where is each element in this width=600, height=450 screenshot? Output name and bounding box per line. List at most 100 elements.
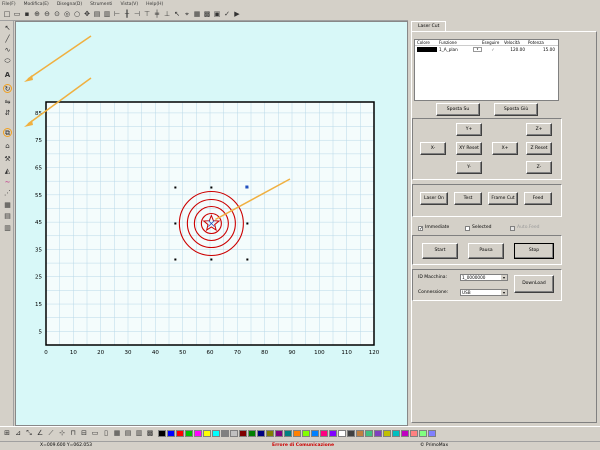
align-top-icon[interactable]: ⊤ <box>143 10 151 18</box>
grid-snap-icon[interactable]: ▦ <box>113 429 121 437</box>
optimize-icon[interactable]: ▣ <box>213 10 221 18</box>
color-swatch[interactable] <box>257 430 265 437</box>
color-swatch[interactable] <box>374 430 382 437</box>
color-swatch[interactable] <box>275 430 283 437</box>
grid-icon[interactable]: ▦ <box>3 201 12 210</box>
simulate-icon[interactable]: ▶ <box>233 10 241 18</box>
mirror-h-icon[interactable]: ⇋ <box>3 98 12 107</box>
zoom-in-icon[interactable]: ⊕ <box>33 10 41 18</box>
layout-icon[interactable]: ▭ <box>91 429 99 437</box>
zoom-page-icon[interactable]: ○ <box>73 10 81 18</box>
layer-speed[interactable]: 120.00 <box>504 46 528 53</box>
new-file-icon[interactable]: □ <box>3 10 11 18</box>
table-row[interactable]: 1_A_plan ▾ ✓ 120.00 15.00 <box>415 46 558 53</box>
function-dropdown-icon[interactable]: ▾ <box>473 47 482 52</box>
measure-line-icon[interactable]: ⟋ <box>47 429 55 437</box>
zoom-window-icon[interactable]: ◎ <box>63 10 71 18</box>
edit-node-icon[interactable]: ⌖ <box>183 10 191 18</box>
selected-checkbox[interactable]: Selected <box>465 225 492 231</box>
color-swatch[interactable] <box>338 430 346 437</box>
select-node-icon[interactable]: ↖ <box>173 10 181 18</box>
layer-color-swatch[interactable] <box>415 46 439 53</box>
rotate-tool-icon[interactable]: ↻ <box>3 84 12 93</box>
mirror-v-icon[interactable]: ⇵ <box>3 109 12 118</box>
layer-execute[interactable]: ✓ <box>482 46 504 53</box>
color-swatch[interactable] <box>347 430 355 437</box>
z-minus-button[interactable]: Z- <box>526 161 552 174</box>
color-swatch[interactable] <box>158 430 166 437</box>
move-down-button[interactable]: Sposta Giù <box>494 103 538 116</box>
save-icon[interactable]: ▪ <box>23 10 31 18</box>
color-swatch[interactable] <box>410 430 418 437</box>
line-tool-icon[interactable]: ╱ <box>3 35 12 44</box>
color-swatch[interactable] <box>356 430 364 437</box>
color-swatch[interactable] <box>419 430 427 437</box>
xy-reset-button[interactable]: XY Reset <box>456 142 482 155</box>
open-folder-icon[interactable]: ▭ <box>13 10 21 18</box>
color-swatch[interactable] <box>311 430 319 437</box>
fill-icon[interactable]: ◭ <box>3 167 12 176</box>
immediate-checkbox[interactable]: ✓ Immediate <box>418 225 449 231</box>
color-swatch[interactable] <box>212 430 220 437</box>
import-icon[interactable]: ▤ <box>93 10 101 18</box>
zoom-fit-icon[interactable]: ⊙ <box>53 10 61 18</box>
barcode-icon[interactable]: ▥ <box>3 224 12 233</box>
sort-icon[interactable]: ▩ <box>203 10 211 18</box>
curve-tool-icon[interactable]: ∿ <box>3 46 12 55</box>
x-plus-button[interactable]: X+ <box>492 142 518 155</box>
color-swatch[interactable] <box>329 430 337 437</box>
align-middle-icon[interactable]: ╪ <box>153 10 161 18</box>
color-swatch[interactable] <box>221 430 229 437</box>
color-swatch[interactable] <box>167 430 175 437</box>
array-copy-icon[interactable]: ⧉ <box>3 128 12 137</box>
pan-icon[interactable]: ✥ <box>83 10 91 18</box>
color-swatch[interactable] <box>239 430 247 437</box>
measure-diagonal-icon[interactable]: ⤡ <box>25 429 33 437</box>
color-swatch[interactable] <box>284 430 292 437</box>
color-swatch[interactable] <box>320 430 328 437</box>
menu-modifica[interactable]: Modifica(E) <box>24 2 49 7</box>
laser-icon[interactable]: ▦ <box>193 10 201 18</box>
color-swatch[interactable] <box>194 430 202 437</box>
immediate-check-icon[interactable]: ✓ <box>418 225 423 231</box>
autofeed-checkbox[interactable]: Auto.Feed <box>510 225 540 231</box>
palette-icon[interactable]: ▩ <box>146 429 154 437</box>
autofeed-check-icon[interactable] <box>510 225 515 231</box>
measure-angle-icon[interactable]: ∠ <box>36 429 44 437</box>
ellipse-tool-icon[interactable]: ⬭ <box>3 57 12 66</box>
selected-check-icon[interactable] <box>465 225 470 231</box>
weld-icon[interactable]: ⚒ <box>3 155 12 164</box>
chevron-down-icon[interactable]: ▾ <box>501 290 507 295</box>
menu-vista[interactable]: Vista(V) <box>120 2 138 7</box>
menu-help[interactable]: Help(H) <box>146 2 163 7</box>
color-swatch[interactable] <box>248 430 256 437</box>
machine-id-select[interactable]: 1_0000000 ▾ <box>460 274 508 281</box>
start-button[interactable]: Start <box>422 243 458 259</box>
color-swatch[interactable] <box>176 430 184 437</box>
menu-disegna[interactable]: Disegna(D) <box>57 2 82 7</box>
layer-function[interactable]: 1_A_plan <box>439 46 473 53</box>
color-swatch[interactable] <box>266 430 274 437</box>
connection-select[interactable]: USB ▾ <box>460 289 508 296</box>
align-left-icon[interactable]: ⊢ <box>113 10 121 18</box>
menu-strumenti[interactable]: Strumenti <box>90 2 112 7</box>
move-up-button[interactable]: Sposta Su <box>436 103 480 116</box>
color-swatch[interactable] <box>293 430 301 437</box>
layer-table[interactable]: Colore Funzione Eseguire Velocità Potenz… <box>414 39 559 101</box>
feed-button[interactable]: Feed <box>524 192 552 205</box>
x-minus-button[interactable]: X- <box>420 142 446 155</box>
zoom-out-icon[interactable]: ⊖ <box>43 10 51 18</box>
align-center-icon[interactable]: ╫ <box>123 10 131 18</box>
layout2-icon[interactable]: ▯ <box>102 429 110 437</box>
dimension-icon[interactable]: ⊿ <box>14 429 22 437</box>
offset-icon[interactable]: ⌂ <box>3 142 12 151</box>
distribute-icon[interactable]: ⊓ <box>69 429 77 437</box>
align-bottom-icon[interactable]: ⊥ <box>163 10 171 18</box>
color-swatch[interactable] <box>203 430 211 437</box>
order-icon[interactable]: ▥ <box>135 429 143 437</box>
smooth-icon[interactable]: ∼ <box>3 178 12 187</box>
tab-laser-cut[interactable]: Laser Cut <box>411 21 447 31</box>
color-swatch[interactable] <box>383 430 391 437</box>
align-right-icon[interactable]: ⊣ <box>133 10 141 18</box>
color-swatch[interactable] <box>365 430 373 437</box>
